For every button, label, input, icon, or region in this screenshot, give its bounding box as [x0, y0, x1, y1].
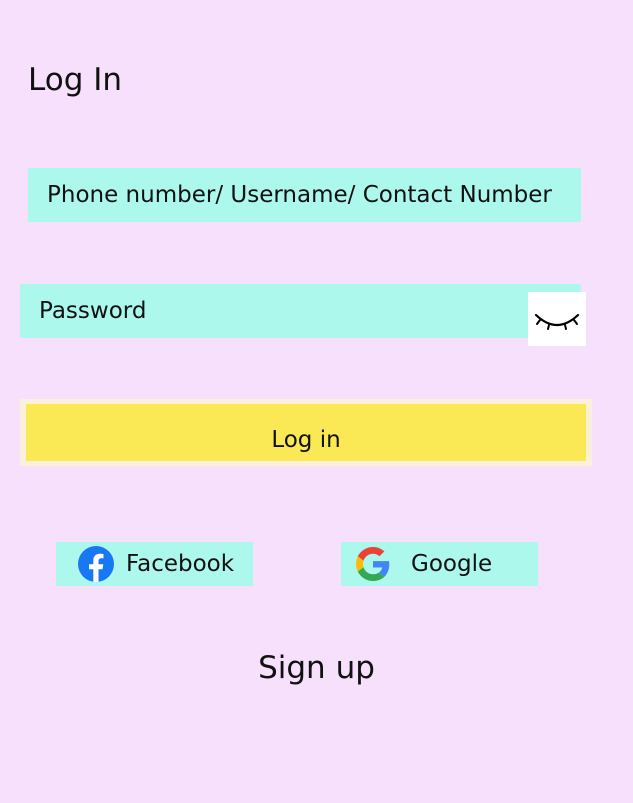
username-input[interactable] — [28, 168, 581, 222]
password-visibility-toggle[interactable] — [528, 292, 586, 346]
password-input[interactable] — [20, 284, 581, 338]
eye-closed-icon — [532, 306, 582, 332]
page-title: Log In — [28, 62, 123, 98]
login-button[interactable]: Log in — [26, 404, 586, 461]
facebook-label: Facebook — [126, 551, 235, 577]
signup-link[interactable]: Sign up — [0, 648, 633, 688]
google-login-button[interactable]: Google — [341, 542, 538, 586]
google-label: Google — [411, 551, 493, 577]
facebook-icon — [78, 546, 114, 582]
google-icon — [356, 547, 390, 581]
facebook-login-button[interactable]: Facebook — [56, 542, 253, 586]
login-button-frame: Log in — [20, 399, 592, 466]
